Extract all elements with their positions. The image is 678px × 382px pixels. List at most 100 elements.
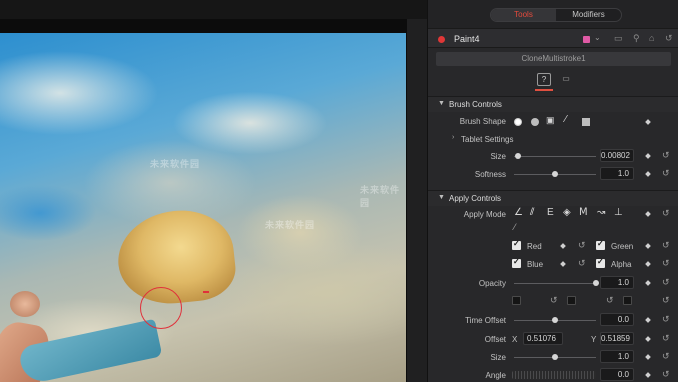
single-pixel-icon[interactable]: ⁄ [565,114,567,125]
size-label: Size [490,152,506,161]
reset-all-icon[interactable]: ↺ [665,33,673,44]
viewer-panel[interactable]: 未来软件园 未来软件园 未来软件园 [0,0,427,382]
reset-icon[interactable]: ↺ [662,295,670,306]
lock-icon[interactable]: ⌂ [649,33,654,43]
reset-icon[interactable]: ↺ [662,369,670,380]
emboss-mode-icon[interactable]: Ε [547,207,554,218]
reset-icon[interactable]: ↺ [578,240,586,251]
viewer-canvas[interactable]: 未来软件园 未来软件园 未来软件园 [0,33,406,382]
brush-controls-header[interactable]: ▼ Brush Controls [428,96,678,112]
alpha-channel-label: Alpha [611,260,632,269]
keyframe-icon[interactable] [645,261,651,267]
clone-mode-icon[interactable]: ⫽ [530,207,534,218]
reset-icon[interactable]: ↺ [662,168,670,179]
erase-mode-icon[interactable]: ◈ [563,207,571,218]
reset-icon[interactable]: ↺ [662,277,670,288]
image-brush-icon[interactable]: ▣ [546,115,555,126]
alpha-channel-checkbox[interactable] [596,257,605,268]
paint-brush-cursor[interactable] [140,287,182,329]
green-channel-label: Green [611,242,634,251]
question-icon[interactable]: ? [537,73,551,86]
reset-icon[interactable]: ↺ [606,295,614,306]
time-offset-field[interactable]: 0.0 [600,313,634,326]
keyframe-icon[interactable] [645,153,651,159]
node-enable-toggle[interactable] [438,36,445,43]
keyframe-icon[interactable] [645,211,651,217]
opacity-channel-checkbox[interactable] [567,296,576,305]
offset-x-field[interactable]: 0.51076 [523,332,563,345]
smear-mode-icon[interactable]: ↝ [597,207,605,218]
softness-field[interactable]: 1.0 [600,167,634,180]
keyframe-icon[interactable] [645,336,651,342]
opacity-slider[interactable] [514,283,596,284]
brush-shape-label: Brush Shape [459,117,506,126]
cursor-crosshair [203,291,209,293]
chevron-down-icon: ▼ [438,194,445,201]
reset-icon[interactable]: ↺ [662,150,670,161]
viewer-scrollbar[interactable] [406,19,427,382]
reset-icon[interactable]: ↺ [662,333,670,344]
size-field[interactable]: 0.00802 [600,149,634,162]
tab-tools[interactable]: Tools [491,9,556,21]
keyframe-icon[interactable] [645,243,651,249]
stamp-mode-icon[interactable]: ⊥ [614,207,623,218]
reset-icon[interactable]: ↺ [662,240,670,251]
watermark: 未来软件园 [150,159,201,169]
opacity-channel-checkbox[interactable] [623,296,632,305]
opacity-channel-checkbox[interactable] [512,296,521,305]
opacity-slider-knob[interactable] [593,280,599,286]
keyframe-icon[interactable] [645,119,651,125]
reset-icon[interactable]: ↺ [550,295,558,306]
reset-icon[interactable]: ↺ [662,208,670,219]
keyframe-icon[interactable] [560,261,566,267]
reset-icon[interactable]: ↺ [578,258,586,269]
reset-icon[interactable]: ↺ [662,351,670,362]
inspector-tab-switch: Tools Modifiers [490,8,622,22]
color-mode-icon[interactable]: ∠ [514,207,523,218]
keyframe-icon[interactable] [645,372,651,378]
chevron-down-icon[interactable]: ⌄ [594,33,601,42]
apply-size-label: Size [490,353,506,362]
apply-controls-header[interactable]: ▼ Apply Controls [428,190,678,206]
reset-icon[interactable]: ↺ [662,314,670,325]
tab-modifiers[interactable]: Modifiers [556,9,621,21]
modifier-subtitle: CloneMultistroke1 [436,52,671,66]
inspector-tabbar: Tools Modifiers [428,0,678,28]
merge-mode-icon[interactable]: Ⅿ [579,207,588,218]
size-slider[interactable] [514,156,596,157]
keyframe-icon[interactable] [645,354,651,360]
keyframe-icon[interactable] [645,317,651,323]
green-channel-checkbox[interactable] [596,239,605,250]
time-offset-slider-knob[interactable] [552,317,558,323]
hard-circle-icon[interactable] [531,118,539,126]
node-name: Paint4 [454,34,480,44]
keyframe-icon[interactable] [560,243,566,249]
chevron-right-icon[interactable]: › [452,134,454,141]
reset-icon[interactable]: ↺ [662,258,670,269]
node-header: Paint4 ⌄ ▭ ⚲ ⌂ ↺ [428,28,678,48]
angle-field[interactable]: 0.0 [600,368,634,381]
angle-dial[interactable] [512,371,596,379]
softness-slider-knob[interactable] [552,171,558,177]
blue-channel-checkbox[interactable] [512,257,521,268]
opacity-field[interactable]: 1.0 [600,276,634,289]
offset-y-field[interactable]: 0.51859 [600,332,634,345]
tablet-settings-label[interactable]: Tablet Settings [461,135,513,144]
apply-size-field[interactable]: 1.0 [600,350,634,363]
node-color-chip[interactable] [583,36,590,43]
keyframe-icon[interactable] [645,171,651,177]
chevron-down-icon: ▼ [438,100,445,107]
soft-circle-icon[interactable] [514,118,522,126]
versions-icon[interactable]: ▭ [614,33,623,44]
red-channel-checkbox[interactable] [512,239,521,250]
settings-panel-icon[interactable]: ▭ [559,73,573,86]
pin-icon[interactable]: ⚲ [633,33,640,44]
wire-mode-icon[interactable]: ⁄ [514,222,516,232]
offset-label: Offset [484,335,506,344]
size-slider-knob[interactable] [515,153,522,159]
apply-size-slider-knob[interactable] [552,354,558,360]
section-title: Brush Controls [449,100,502,109]
keyframe-icon[interactable] [645,280,651,286]
square-brush-icon[interactable] [582,118,590,126]
softness-label: Softness [474,170,506,179]
